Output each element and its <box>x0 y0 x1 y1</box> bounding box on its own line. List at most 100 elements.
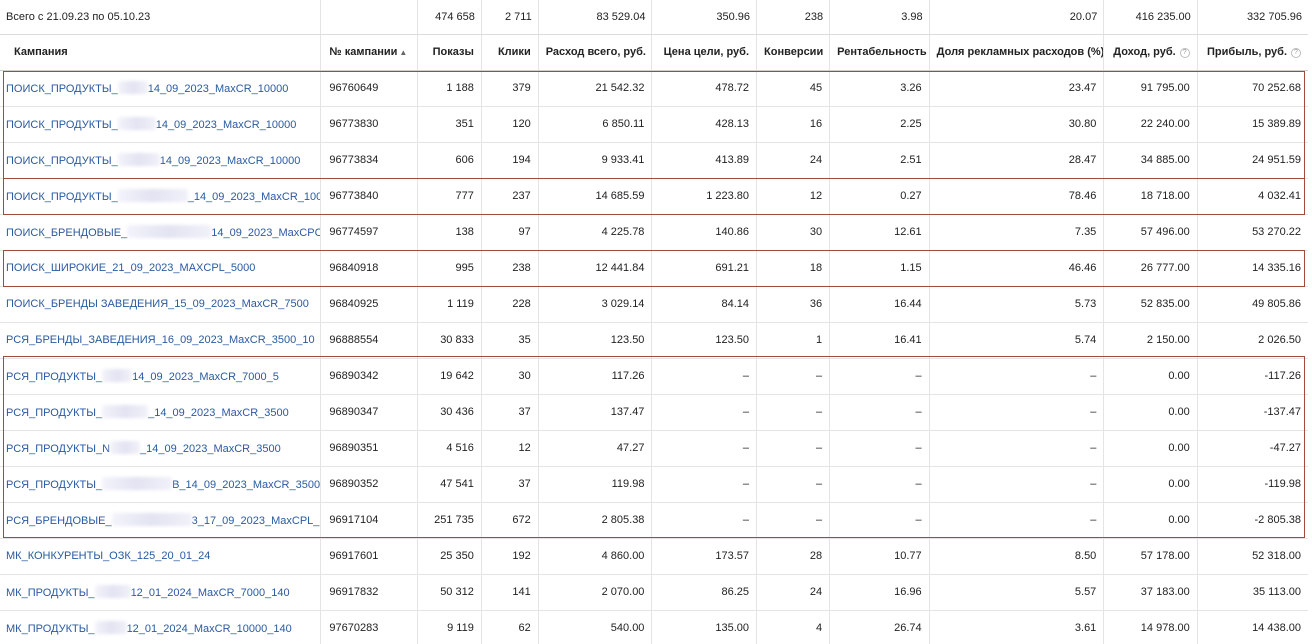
cell-clicks: 120 <box>481 106 539 143</box>
table-row[interactable]: РСЯ_ПРОДУКТЫ_ B_14_09_2023_MaxCR_3500 9689… <box>0 466 1308 503</box>
redacted-blur <box>102 369 133 382</box>
cell-conversions: – <box>756 466 831 503</box>
campaign-name-link[interactable]: МК_ПРОДУКТЫ_ 12_01_2024_MaxCR_7000_140 <box>0 574 322 611</box>
cell-goal-price: – <box>651 394 758 431</box>
cell-clicks: 238 <box>481 250 539 287</box>
totals-spend: 83 529.04 <box>538 0 653 35</box>
table-row[interactable]: ПОИСК_БРЕНДЫ ЗАВЕДЕНИЯ_15_09_2023_MaxCR_… <box>0 286 1308 323</box>
cell-goal-price: 691.21 <box>651 250 758 287</box>
cell-shows: 138 <box>417 214 482 251</box>
table-row[interactable]: ПОИСК_ПРОДУКТЫ_ 14_09_2023_MaxCR_10000 967… <box>0 142 1308 179</box>
table-row[interactable]: РСЯ_ПРОДУКТЫ_ _14_09_2023_MaxCR_3500 96890… <box>0 394 1308 431</box>
column-header-ad-share[interactable]: Доля рекламных расходов (%) <box>929 34 1105 71</box>
column-header-campaign[interactable]: Кампания <box>0 34 322 71</box>
cell-profit: -47.27 <box>1197 430 1308 467</box>
campaign-name-link[interactable]: ПОИСК_ПРОДУКТЫ_ _14_09_2023_MaxCR_10000 <box>0 178 322 215</box>
campaign-name-suffix: 3_17_09_2023_MaxCPL_3500 <box>191 515 320 527</box>
campaign-name-link[interactable]: РСЯ_БРЕНДОВЫЕ_ 3_17_09_2023_MaxCPL_3500 <box>0 502 322 539</box>
table-row[interactable]: РСЯ_БРЕНДЫ_ЗАВЕДЕНИЯ_16_09_2023_MaxCR_35… <box>0 322 1308 359</box>
sort-ascending-icon[interactable]: ▲ <box>399 48 407 57</box>
cell-shows: 50 312 <box>417 574 482 611</box>
campaign-name-suffix: _14_09_2023_MaxCR_10000 <box>187 191 321 203</box>
cell-profit: 35 113.00 <box>1197 574 1308 611</box>
campaign-name-link[interactable]: ПОИСК_БРЕНДОВЫЕ_ 14_09_2023_MaxCPC_5000 <box>0 214 322 251</box>
table-row[interactable]: МК_КОНКУРЕНТЫ_ОЗК_125_20_01_24 96917601 25… <box>0 538 1308 575</box>
cell-conversions: 4 <box>756 610 831 644</box>
campaign-name-suffix: 14_09_2023_MaxCR_10000 <box>147 83 289 95</box>
totals-ad-share: 20.07 <box>929 0 1105 35</box>
cell-conversions: 12 <box>756 178 831 215</box>
table-row[interactable]: РСЯ_ПРОДУКТЫ_ 14_09_2023_MaxCR_7000_5 9689… <box>0 358 1308 395</box>
campaign-name-suffix: _14_09_2023_MaxCR_3500 <box>140 443 281 455</box>
campaign-name-suffix: 14_09_2023_MaxCR_10000 <box>155 119 297 131</box>
column-header-campaign-label: Кампания <box>14 46 68 58</box>
campaign-name-link[interactable]: ПОИСК_ШИРОКИЕ_21_09_2023_MAXCPL_5000 <box>0 250 322 287</box>
campaign-name-link[interactable]: МК_КОНКУРЕНТЫ_ОЗК_125_20_01_24 <box>0 538 322 575</box>
cell-conversions: 30 <box>756 214 831 251</box>
cell-clicks: 62 <box>481 610 539 644</box>
campaign-name-link[interactable]: РСЯ_ПРОДУКТЫ_N _14_09_2023_MaxCR_3500 <box>0 430 322 467</box>
cell-profit: -117.26 <box>1197 358 1308 395</box>
campaign-name-link[interactable]: РСЯ_ПРОДУКТЫ_ 14_09_2023_MaxCR_7000_5 <box>0 358 322 395</box>
column-header-goal-price[interactable]: Цена цели, руб. <box>651 34 758 71</box>
campaign-name-link[interactable]: РСЯ_ПРОДУКТЫ_ _14_09_2023_MaxCR_3500 <box>0 394 322 431</box>
cell-clicks: 37 <box>481 394 539 431</box>
cell-profitability: – <box>829 430 930 467</box>
column-header-spend[interactable]: Расход всего, руб. <box>538 34 653 71</box>
column-header-conversions[interactable]: Конверсии <box>756 34 831 71</box>
table-row[interactable]: РСЯ_БРЕНДОВЫЕ_ 3_17_09_2023_MaxCPL_350096… <box>0 502 1308 539</box>
cell-goal-price: – <box>651 430 758 467</box>
campaign-name-link[interactable]: РСЯ_ПРОДУКТЫ_ B_14_09_2023_MaxCR_3500 <box>0 466 322 503</box>
column-header-profit[interactable]: Прибыль, руб.? <box>1197 34 1308 71</box>
column-header-campaign-id[interactable]: № кампании ▲ <box>320 34 418 71</box>
table-row[interactable]: РСЯ_ПРОДУКТЫ_N _14_09_2023_MaxCR_3500 9689… <box>0 430 1308 467</box>
help-icon[interactable]: ? <box>1179 48 1190 58</box>
campaign-name-prefix: ПОИСК_ПРОДУКТЫ_ <box>6 191 118 203</box>
cell-clicks: 379 <box>481 70 539 107</box>
table-row[interactable]: ПОИСК_ПРОДУКТЫ_ _14_09_2023_MaxCR_10000 96… <box>0 178 1308 215</box>
cell-income: 0.00 <box>1103 358 1198 395</box>
table-row[interactable]: МК_ПРОДУКТЫ_ 12_01_2024_MaxCR_7000_140 969… <box>0 574 1308 611</box>
cell-clicks: 37 <box>481 466 539 503</box>
table-row[interactable]: ПОИСК_БРЕНДОВЫЕ_ 14_09_2023_MaxCPC_500096… <box>0 214 1308 251</box>
column-header-income[interactable]: Доход, руб.? <box>1103 34 1198 71</box>
totals-row: Всего с 21.09.23 по 05.10.23 474 658 2 7… <box>0 0 1308 35</box>
campaign-name-link[interactable]: ПОИСК_БРЕНДЫ ЗАВЕДЕНИЯ_15_09_2023_MaxCR_… <box>0 286 322 323</box>
table-row[interactable]: ПОИСК_ШИРОКИЕ_21_09_2023_MAXCPL_5000 9684… <box>0 250 1308 287</box>
cell-spend: 117.26 <box>538 358 653 395</box>
cell-spend: 4 860.00 <box>538 538 653 575</box>
campaign-name-link[interactable]: ПОИСК_ПРОДУКТЫ_ 14_09_2023_MaxCR_10000 <box>0 70 322 107</box>
help-icon[interactable]: ? <box>1291 48 1301 58</box>
cell-profitability: 26.74 <box>829 610 930 644</box>
campaign-name-suffix: 12_01_2024_MaxCR_10000_140 <box>126 623 292 635</box>
cell-ad-share: 5.73 <box>929 286 1105 323</box>
redacted-blur <box>102 405 149 418</box>
cell-spend: 12 441.84 <box>538 250 653 287</box>
cell-ad-share: 23.47 <box>929 70 1105 107</box>
campaign-name-prefix: ПОИСК_ПРОДУКТЫ_ <box>6 119 118 131</box>
campaign-name-link[interactable]: ПОИСК_ПРОДУКТЫ_ 14_09_2023_MaxCR_10000 <box>0 142 322 179</box>
redacted-blur <box>110 441 141 454</box>
campaign-name-suffix: _14_09_2023_MaxCR_3500 <box>148 407 289 419</box>
column-header-profitability[interactable]: Рентабельность <box>829 34 930 71</box>
campaign-name-prefix: ПОИСК_ПРОДУКТЫ_ <box>6 155 118 167</box>
campaign-name-link[interactable]: РСЯ_БРЕНДЫ_ЗАВЕДЕНИЯ_16_09_2023_MaxCR_35… <box>0 322 322 359</box>
column-header-clicks[interactable]: Клики <box>481 34 539 71</box>
cell-profit: 52 318.00 <box>1197 538 1308 575</box>
cell-conversions: – <box>756 502 831 539</box>
cell-profitability: 2.51 <box>829 142 930 179</box>
table-row[interactable]: ПОИСК_ПРОДУКТЫ_ 14_09_2023_MaxCR_10000 967… <box>0 106 1308 143</box>
campaign-name-link[interactable]: ПОИСК_ПРОДУКТЫ_ 14_09_2023_MaxCR_10000 <box>0 106 322 143</box>
cell-goal-price: 123.50 <box>651 322 758 359</box>
cell-spend: 2 070.00 <box>538 574 653 611</box>
cell-shows: 4 516 <box>417 430 482 467</box>
column-header-shows[interactable]: Показы <box>417 34 482 71</box>
redacted-blur <box>117 153 160 166</box>
campaign-name-prefix: РСЯ_ПРОДУКТЫ_ <box>6 479 103 491</box>
cell-campaign-id: 96773840 <box>320 178 418 215</box>
campaign-name-link[interactable]: МК_ПРОДУКТЫ_ 12_01_2024_MaxCR_10000_140 <box>0 610 322 644</box>
table-row[interactable]: МК_ПРОДУКТЫ_ 12_01_2024_MaxCR_10000_140 97… <box>0 610 1308 644</box>
cell-shows: 1 188 <box>417 70 482 107</box>
cell-goal-price: – <box>651 358 758 395</box>
table-row[interactable]: ПОИСК_ПРОДУКТЫ_ 14_09_2023_MaxCR_10000 967… <box>0 70 1308 107</box>
